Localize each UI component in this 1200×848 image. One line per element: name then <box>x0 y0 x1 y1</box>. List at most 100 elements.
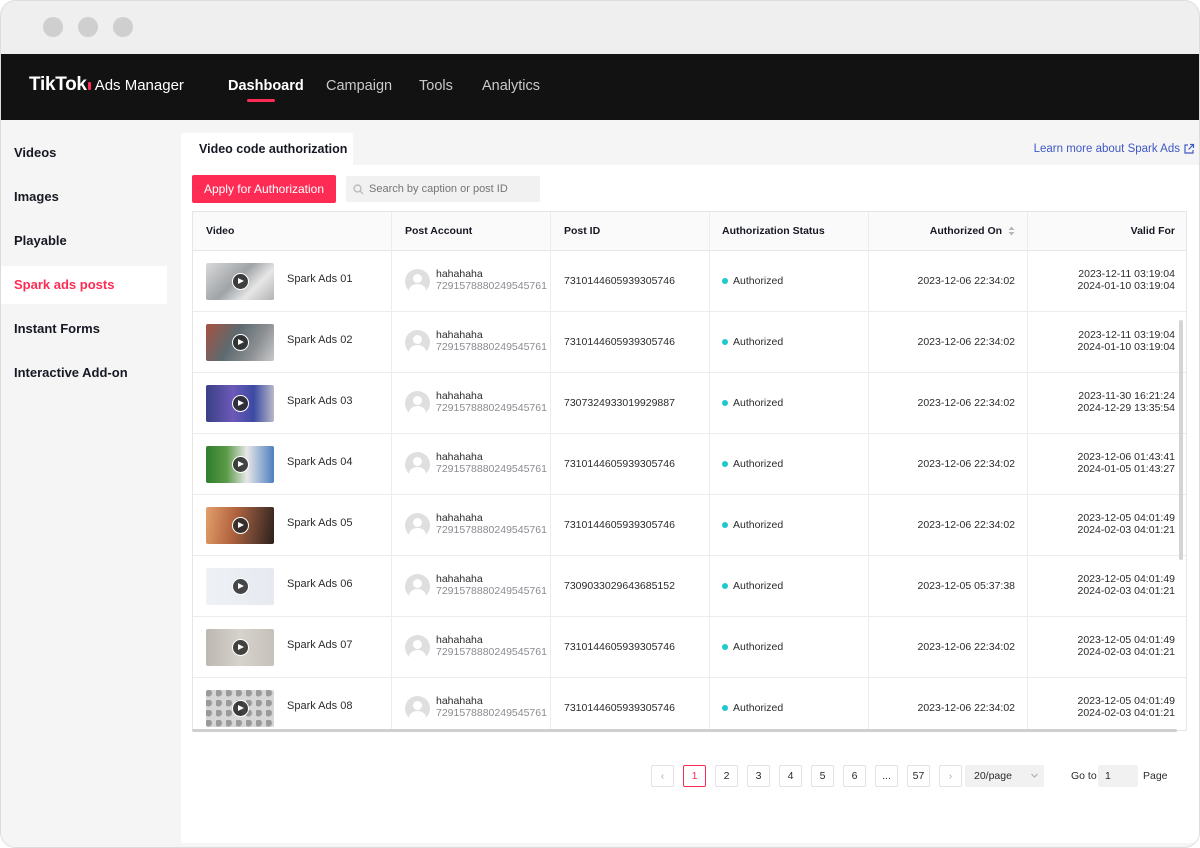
avatar <box>405 574 430 599</box>
status-badge: Authorized <box>722 641 783 653</box>
window-close-dot[interactable] <box>43 17 63 37</box>
account-id: 7291578880249545761 <box>436 524 547 536</box>
search-box <box>346 176 540 202</box>
table-row[interactable]: Spark Ads 07 hahahaha 7291578880249545761 7… <box>193 617 1186 678</box>
table-row[interactable]: Spark Ads 08 hahahaha 7291578880249545761 7… <box>193 678 1186 730</box>
avatar <box>405 452 430 477</box>
header-video: Video <box>206 225 235 237</box>
horizontal-scrollbar[interactable] <box>192 729 1177 732</box>
status-text: Authorized <box>733 702 784 714</box>
window-maximize-dot[interactable] <box>113 17 133 37</box>
per-page-select[interactable]: 20/page <box>965 765 1044 787</box>
video-thumbnail[interactable] <box>206 446 274 483</box>
authorized-on: 2023-12-06 22:34:02 <box>917 519 1016 531</box>
video-thumbnail[interactable] <box>206 385 274 422</box>
play-icon[interactable] <box>232 578 249 595</box>
sort-icon[interactable] <box>1008 226 1015 236</box>
tab-video-code-authorization[interactable]: Video code authorization <box>181 133 353 169</box>
status-badge: Authorized <box>722 519 783 531</box>
learn-more-link[interactable]: Learn more about Spark Ads <box>1034 143 1195 155</box>
authorized-on: 2023-12-06 22:34:02 <box>917 397 1016 409</box>
status-text: Authorized <box>733 519 784 531</box>
valid-to: 2024-01-10 03:19:04 <box>1077 280 1176 292</box>
account-name: hahahaha <box>436 634 483 646</box>
vertical-scrollbar[interactable] <box>1179 320 1183 560</box>
table-row[interactable]: Spark Ads 01 hahahaha 7291578880249545761 7… <box>193 251 1186 312</box>
play-icon[interactable] <box>232 395 249 412</box>
sidebar-item-spark-ads-posts[interactable]: Spark ads posts <box>1 266 167 304</box>
authorized-on: 2023-12-06 22:34:02 <box>917 641 1016 653</box>
header-post-account: Post Account <box>405 225 473 237</box>
video-thumbnail[interactable] <box>206 324 274 361</box>
table-row[interactable]: Spark Ads 02 hahahaha 7291578880249545761 7… <box>193 312 1186 373</box>
play-icon[interactable] <box>232 639 249 656</box>
play-icon[interactable] <box>232 456 249 473</box>
post-id: 7310144605939305746 <box>564 458 675 470</box>
valid-from: 2023-12-05 04:01:49 <box>1077 634 1176 646</box>
external-link-icon <box>1184 143 1195 154</box>
valid-to: 2024-02-03 04:01:21 <box>1077 585 1176 597</box>
table-row[interactable]: Spark Ads 05 hahahaha 7291578880249545761 7… <box>193 495 1186 556</box>
post-id: 7310144605939305746 <box>564 641 675 653</box>
avatar <box>405 635 430 660</box>
page-button[interactable]: 1 <box>683 765 706 787</box>
search-input[interactable] <box>369 183 529 195</box>
nav-active-indicator <box>247 99 275 102</box>
window-minimize-dot[interactable] <box>78 17 98 37</box>
apply-for-authorization-button[interactable]: Apply for Authorization <box>192 175 336 203</box>
sidebar-item-videos[interactable]: Videos <box>1 134 167 172</box>
table-row[interactable]: Spark Ads 06 hahahaha 7291578880249545761 7… <box>193 556 1186 617</box>
video-thumbnail[interactable] <box>206 507 274 544</box>
sidebar-item-images[interactable]: Images <box>1 178 167 216</box>
page-button[interactable]: 4 <box>779 765 802 787</box>
status-dot-icon <box>722 644 728 650</box>
sidebar-item-playable[interactable]: Playable <box>1 222 167 260</box>
account-id: 7291578880249545761 <box>436 280 547 292</box>
nav-campaign[interactable]: Campaign <box>326 78 392 94</box>
account-id: 7291578880249545761 <box>436 646 547 658</box>
page-button[interactable]: 2 <box>715 765 738 787</box>
prev-page-button[interactable]: ‹ <box>651 765 674 787</box>
header-authorized-on[interactable]: Authorized On <box>930 212 1015 251</box>
status-text: Authorized <box>733 275 784 287</box>
valid-to: 2024-12-29 13:35:54 <box>1077 402 1176 414</box>
pagination-ellipsis[interactable]: ... <box>875 765 898 787</box>
table-row[interactable]: Spark Ads 03 hahahaha 7291578880249545761 7… <box>193 373 1186 434</box>
status-text: Authorized <box>733 580 784 592</box>
video-thumbnail[interactable] <box>206 568 274 605</box>
top-navigation: TikTok Ads Manager Dashboard Campaign To… <box>1 54 1199 120</box>
nav-analytics[interactable]: Analytics <box>482 78 540 94</box>
video-name: Spark Ads 06 <box>287 578 353 590</box>
table-row[interactable]: Spark Ads 04 hahahaha 7291578880249545761 7… <box>193 434 1186 495</box>
authorized-on: 2023-12-05 05:37:38 <box>917 580 1016 592</box>
video-thumbnail[interactable] <box>206 690 274 727</box>
valid-from: 2023-12-11 03:19:04 <box>1078 329 1175 341</box>
next-page-button[interactable]: › <box>939 765 962 787</box>
nav-tools[interactable]: Tools <box>419 78 453 94</box>
video-thumbnail[interactable] <box>206 263 274 300</box>
play-icon[interactable] <box>232 273 249 290</box>
tiktok-ads-logo[interactable]: TikTok Ads Manager <box>29 74 184 96</box>
valid-from: 2023-12-05 04:01:49 <box>1077 512 1176 524</box>
sidebar-item-instant-forms[interactable]: Instant Forms <box>1 310 167 348</box>
play-icon[interactable] <box>232 700 249 717</box>
page-button[interactable]: 57 <box>907 765 930 787</box>
post-id: 7310144605939305746 <box>564 519 675 531</box>
page-button[interactable]: 5 <box>811 765 834 787</box>
nav-dashboard[interactable]: Dashboard <box>228 78 304 94</box>
play-icon[interactable] <box>232 517 249 534</box>
table-header: Video Post Account Post ID Authorization… <box>193 212 1186 251</box>
status-text: Authorized <box>733 458 784 470</box>
account-id: 7291578880249545761 <box>436 463 547 475</box>
valid-to: 2024-02-03 04:01:21 <box>1077 524 1176 536</box>
sidebar-item-interactive-add-on[interactable]: Interactive Add-on <box>1 354 167 392</box>
play-icon[interactable] <box>232 334 249 351</box>
page-button[interactable]: 6 <box>843 765 866 787</box>
page-button[interactable]: 3 <box>747 765 770 787</box>
video-thumbnail[interactable] <box>206 629 274 666</box>
authorized-on: 2023-12-06 22:34:02 <box>917 336 1016 348</box>
goto-page-input[interactable] <box>1098 765 1138 787</box>
account-id: 7291578880249545761 <box>436 707 547 719</box>
valid-to: 2024-01-05 01:43:27 <box>1077 463 1176 475</box>
avatar <box>405 330 430 355</box>
